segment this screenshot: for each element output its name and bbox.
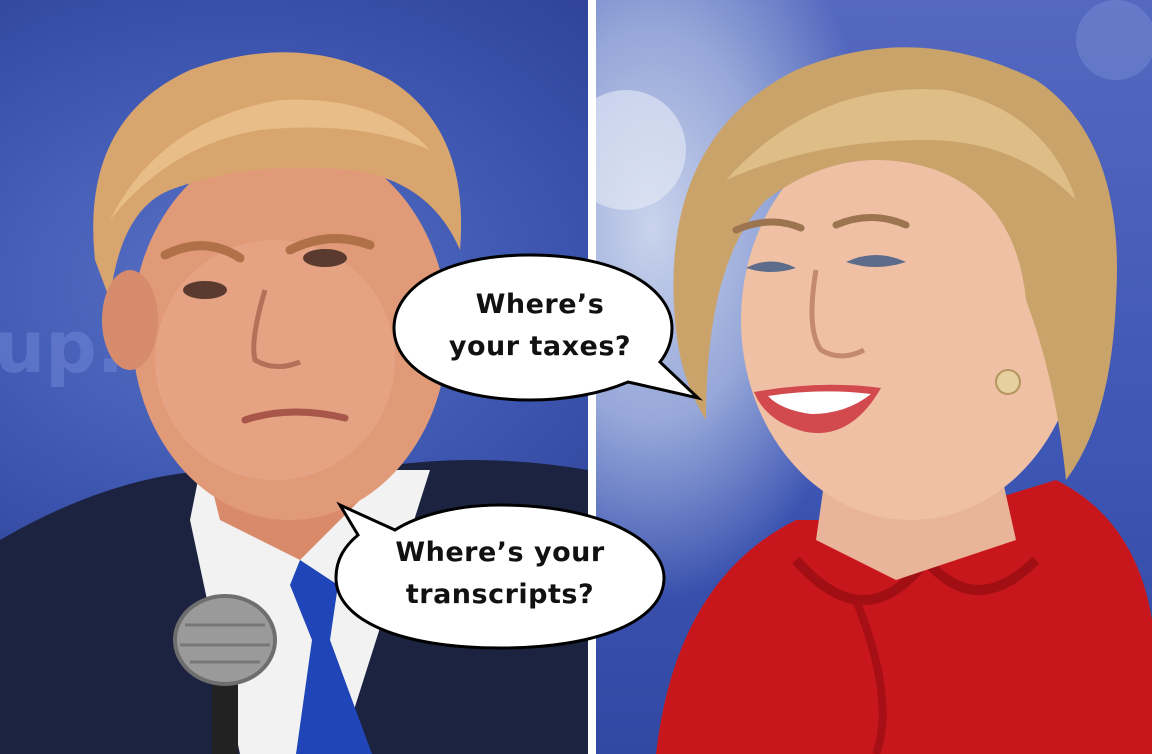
- left-eye: [183, 281, 227, 299]
- speech-bubble-bottom-text: Where’s your transcripts?: [350, 532, 650, 616]
- bubble-top-line-1: Where’s: [475, 289, 605, 320]
- left-photo-panel: up.: [0, 0, 588, 754]
- right-eye: [303, 249, 347, 267]
- bubble-bottom-line-2: transcripts?: [405, 579, 595, 610]
- left-person-illustration: up.: [0, 52, 588, 754]
- ear: [102, 270, 158, 370]
- panel-divider: [588, 0, 596, 754]
- speech-bubble-top-text: Where’s your taxes?: [420, 284, 660, 368]
- earring-icon: [995, 369, 1021, 395]
- bubble-bottom-line-1: Where’s your: [395, 537, 605, 568]
- right-photo-panel: [596, 0, 1152, 754]
- right-person-illustration: [596, 0, 1152, 754]
- bubble-top-line-2: your taxes?: [448, 331, 632, 362]
